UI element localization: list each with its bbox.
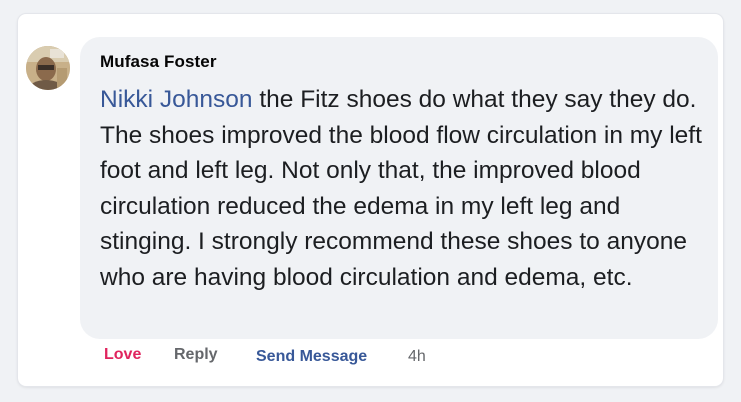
avatar[interactable] <box>26 46 70 90</box>
mention-link[interactable]: Nikki Johnson <box>100 86 253 113</box>
comment-bubble: Mufasa Foster Nikki Johnson the Fitz sho… <box>80 37 718 339</box>
comment-text: Nikki Johnson the Fitz shoes do what the… <box>100 82 710 295</box>
reply-button[interactable]: Reply <box>174 346 218 364</box>
user-avatar-icon <box>26 46 70 90</box>
love-button[interactable]: Love <box>104 346 141 364</box>
send-message-button[interactable]: Send Message <box>256 348 367 366</box>
comment-timestamp[interactable]: 4h <box>408 348 426 366</box>
comment-author[interactable]: Mufasa Foster <box>100 52 217 72</box>
comment-body: the Fitz shoes do what they say they do.… <box>100 86 702 291</box>
